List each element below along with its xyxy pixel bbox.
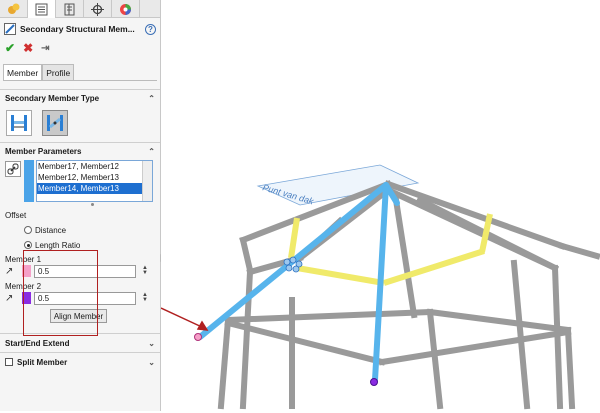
reverse-direction-icon[interactable]: ↗ bbox=[5, 266, 19, 277]
between-members-icon bbox=[11, 115, 27, 131]
member2-endpoint-marker[interactable] bbox=[370, 378, 378, 386]
action-row: ✔ ✖ ⇥ bbox=[0, 40, 160, 56]
list-item[interactable]: Member17, Member12 bbox=[37, 161, 152, 172]
dimxpert-icon bbox=[91, 2, 104, 16]
start-end-extend-header[interactable]: Start/End Extend ⌄ bbox=[0, 334, 160, 352]
member2-spinner[interactable]: ▲ ▼ bbox=[142, 292, 148, 303]
pin-icon[interactable]: ⇥ bbox=[41, 43, 49, 54]
offset-distance-radio[interactable]: Distance bbox=[0, 224, 160, 236]
configuration-manager-tab[interactable] bbox=[56, 0, 84, 18]
feature-manager-icon bbox=[7, 3, 19, 14]
display-manager-tab[interactable] bbox=[112, 0, 140, 18]
graphics-viewport[interactable]: Punt van dak bbox=[160, 0, 600, 411]
member-type-buttons bbox=[0, 106, 160, 142]
list-item[interactable]: Member12, Member13 bbox=[37, 172, 152, 183]
model-view[interactable]: Punt van dak bbox=[160, 0, 600, 411]
configuration-manager-icon bbox=[64, 3, 75, 15]
annotation-arrow bbox=[160, 307, 209, 331]
manager-tabs bbox=[0, 0, 160, 18]
selection-color-bar bbox=[24, 160, 34, 202]
member-parameters-header[interactable]: Member Parameters ⌃ bbox=[0, 143, 160, 159]
steel-frame bbox=[217, 180, 600, 410]
property-manager-icon bbox=[35, 3, 48, 15]
support-plane-icon bbox=[47, 115, 63, 131]
dimxpert-tab[interactable] bbox=[84, 0, 112, 18]
split-member-checkbox[interactable] bbox=[5, 358, 13, 366]
structural-member-icon bbox=[4, 23, 16, 35]
ok-check-icon[interactable]: ✔ bbox=[5, 41, 15, 55]
panel-title: Secondary Structural Mem... bbox=[20, 24, 135, 34]
list-scrollbar[interactable] bbox=[142, 161, 152, 201]
cancel-x-icon[interactable]: ✖ bbox=[23, 41, 33, 55]
sub-tabs: Member Profile bbox=[3, 64, 157, 81]
collapse-chevron-icon: ⌃ bbox=[148, 146, 155, 156]
chain-link-icon[interactable] bbox=[5, 161, 21, 177]
list-item[interactable]: Member14, Member13 bbox=[37, 183, 152, 194]
property-manager-panel: Secondary Structural Mem... ? ✔ ✖ ⇥ Memb… bbox=[0, 0, 161, 411]
member-type-header[interactable]: Secondary Member Type ⌃ bbox=[0, 90, 160, 106]
member1-endpoint-marker[interactable] bbox=[194, 333, 202, 341]
tab-member[interactable]: Member bbox=[3, 64, 43, 80]
help-icon[interactable]: ? bbox=[145, 23, 156, 35]
radio-label: Length Ratio bbox=[35, 240, 81, 250]
split-member-heading: Split Member bbox=[17, 357, 68, 367]
display-manager-icon bbox=[120, 3, 131, 15]
member-parameters-heading: Member Parameters bbox=[5, 146, 82, 156]
property-manager-tab[interactable] bbox=[28, 0, 56, 18]
expand-chevron-icon: ⌄ bbox=[148, 338, 155, 348]
member1-spinner[interactable]: ▲ ▼ bbox=[142, 265, 148, 276]
split-member-header[interactable]: Split Member ⌄ bbox=[0, 353, 160, 371]
radio-label: Distance bbox=[35, 225, 67, 235]
expand-chevron-icon: ⌄ bbox=[148, 357, 155, 367]
tab-profile[interactable]: Profile bbox=[42, 64, 75, 80]
member-pairs-list[interactable]: Member17, Member12 Member12, Member13 Me… bbox=[36, 160, 153, 202]
radio-button[interactable] bbox=[24, 241, 32, 249]
offset-label: Offset bbox=[5, 211, 27, 220]
start-end-extend-heading: Start/End Extend bbox=[5, 338, 70, 348]
highlight-annotation-box bbox=[23, 250, 98, 336]
collapse-chevron-icon: ⌃ bbox=[148, 93, 155, 103]
radio-button[interactable] bbox=[24, 226, 32, 234]
between-members-button[interactable] bbox=[6, 110, 32, 136]
member-pairs-area: Member17, Member12 Member12, Member13 Me… bbox=[0, 159, 160, 209]
reverse-direction-icon[interactable]: ↗ bbox=[5, 293, 19, 304]
member-type-heading: Secondary Member Type bbox=[5, 93, 100, 103]
panel-title-row: Secondary Structural Mem... ? bbox=[0, 18, 160, 40]
resize-grip[interactable] bbox=[91, 203, 94, 206]
support-plane-button[interactable] bbox=[42, 110, 68, 136]
feature-manager-tab[interactable] bbox=[0, 0, 28, 18]
